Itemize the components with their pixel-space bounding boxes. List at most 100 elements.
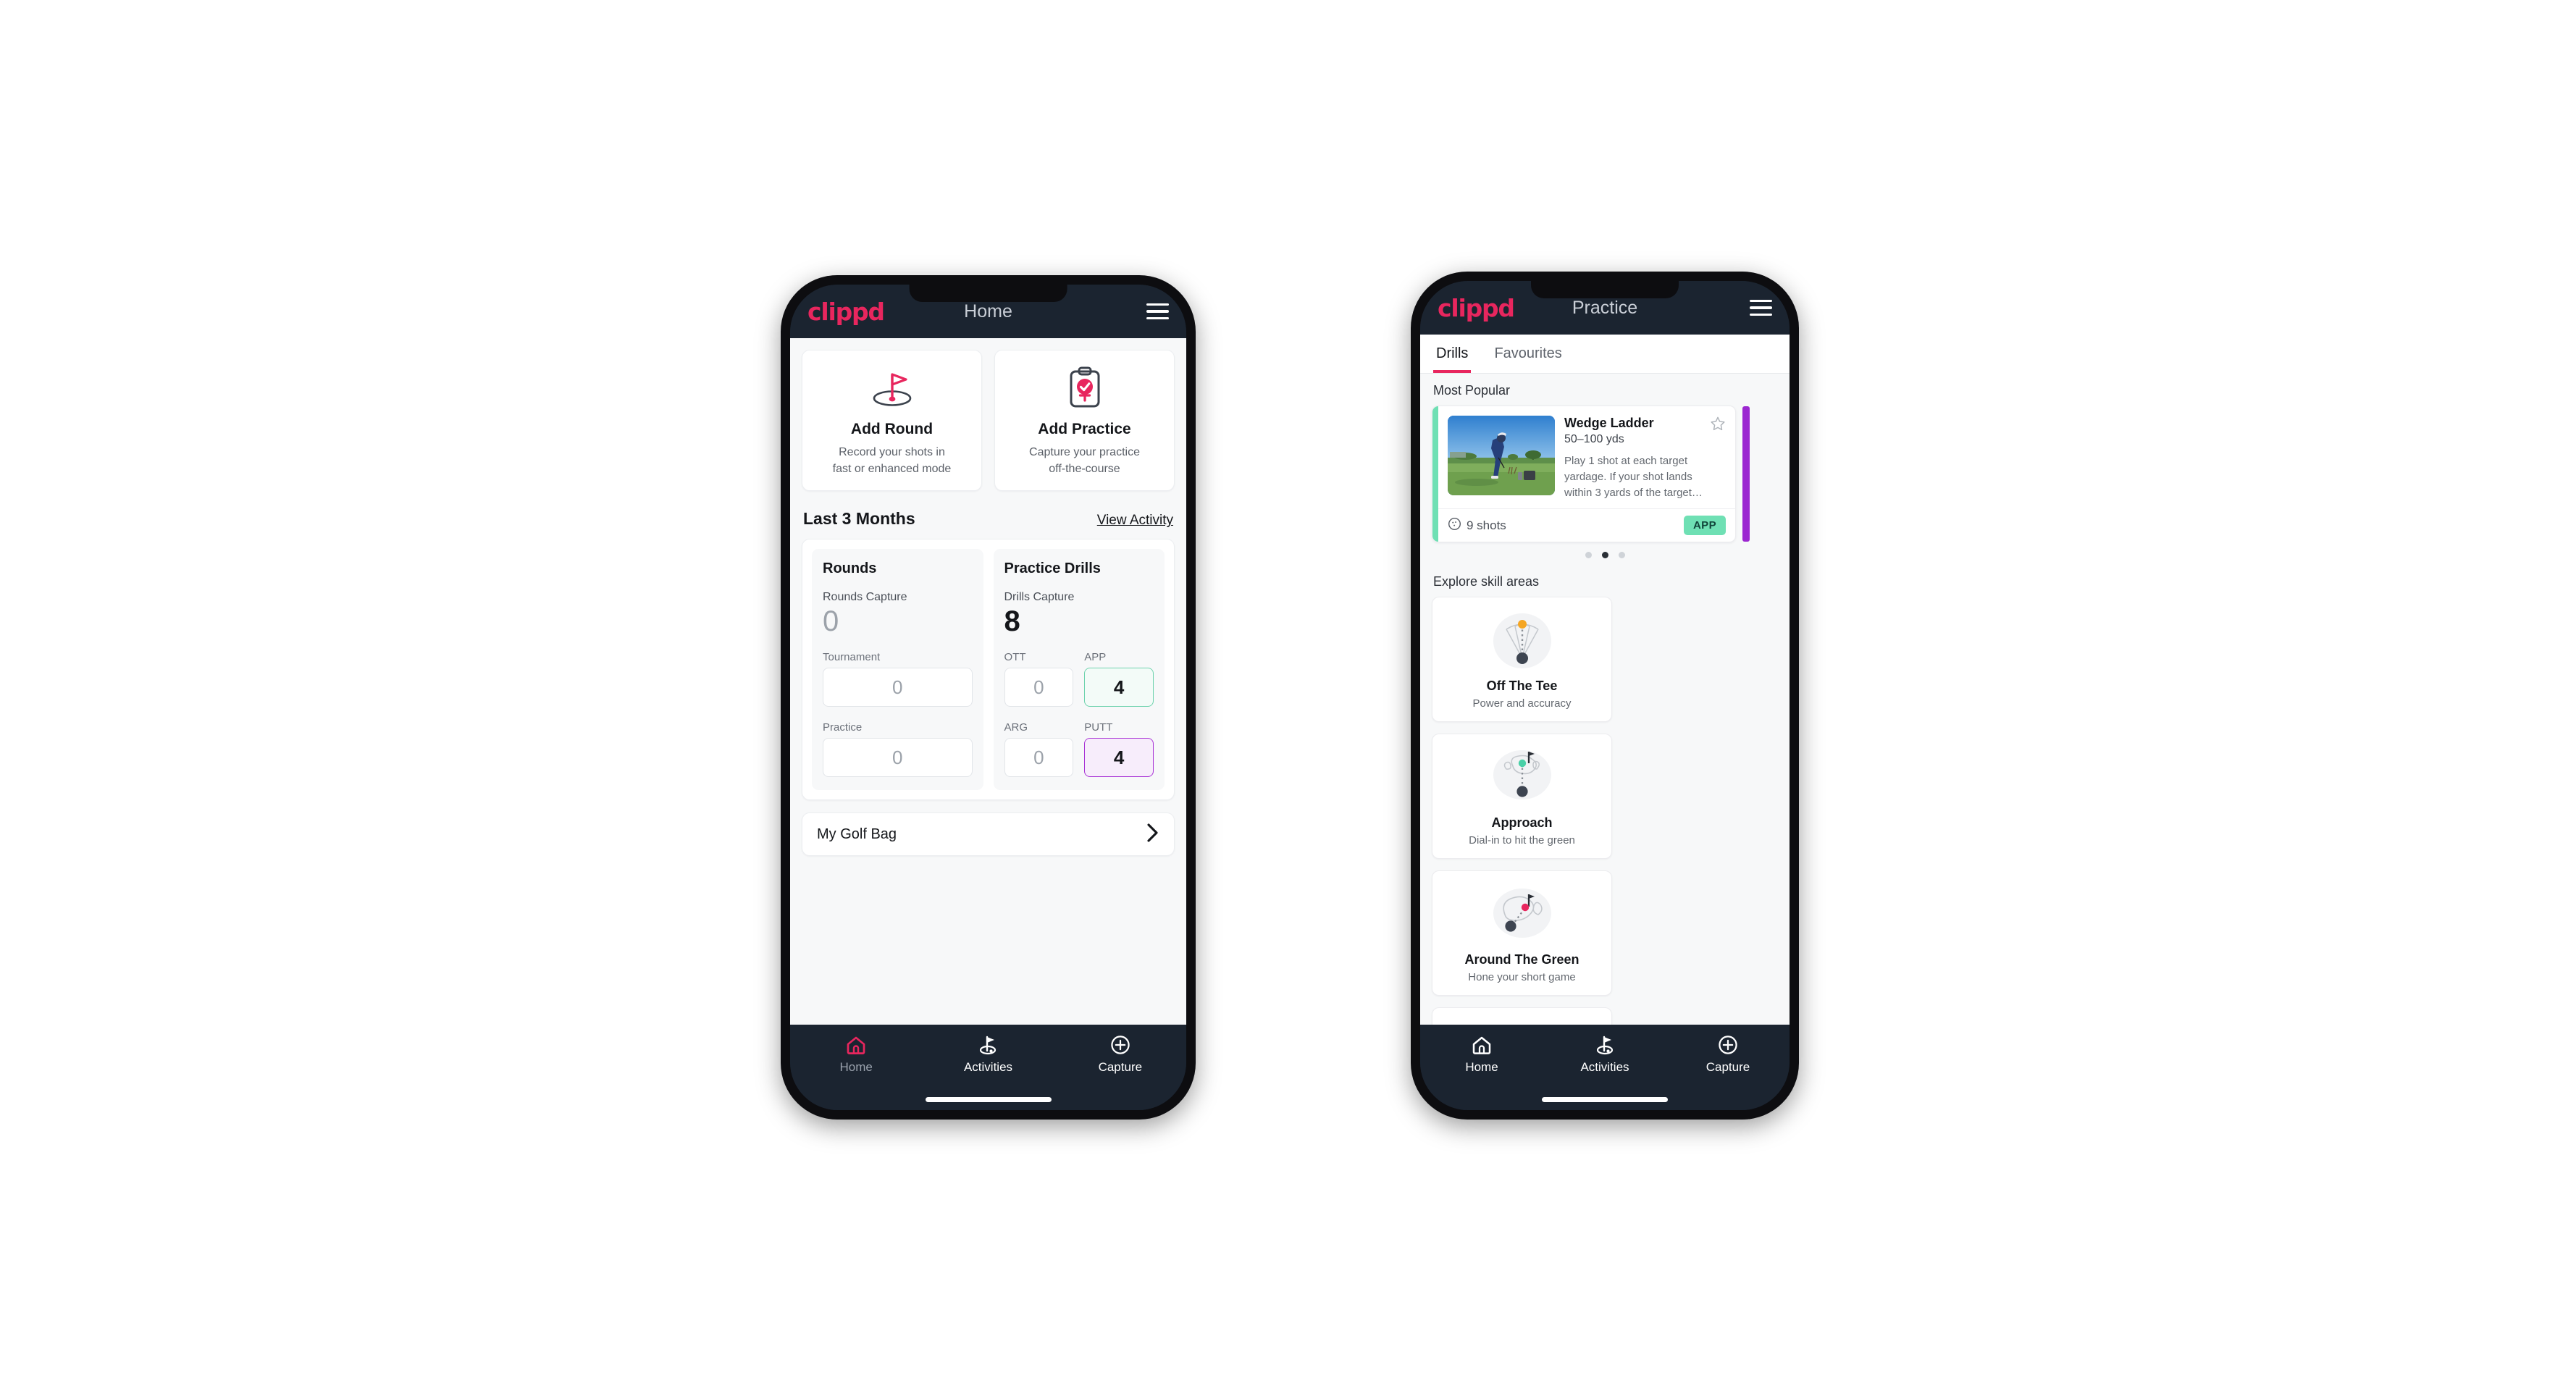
phone-home: clippd Home Add Round Record your shots … — [781, 275, 1196, 1120]
home-bottom-nav: Home Activities Capture — [790, 1025, 1186, 1110]
mockup-stage: clippd Home Add Round Record your shots … — [0, 0, 2576, 1386]
home-screen-body: Add Round Record your shots in fast or e… — [790, 338, 1186, 1025]
tab-favourites[interactable]: Favourites — [1491, 335, 1564, 373]
explore-skill-areas-heading: Explore skill areas — [1433, 574, 1540, 589]
skill-subtitle: Dial-in to hit the green — [1469, 834, 1575, 847]
add-round-subtitle-line1: Record your shots in — [839, 446, 945, 458]
nav-item-activities[interactable]: Activities — [1543, 1035, 1666, 1075]
practice-drills-column: Practice Drills Drills Capture 8 OTT 0 A… — [993, 549, 1165, 791]
carousel-dot[interactable] — [1585, 552, 1592, 559]
practice-bottom-nav: Home Activities Capture — [1420, 1025, 1790, 1110]
skill-card-off-the-tee[interactable]: Off The Tee Power and accuracy — [1432, 597, 1612, 723]
drill-card-next-peek[interactable] — [1742, 406, 1750, 542]
nav-item-capture[interactable]: Capture — [1054, 1035, 1186, 1075]
practice-label: Practice — [823, 721, 863, 734]
practice-value[interactable]: 0 — [823, 738, 973, 778]
nav-label-activities: Activities — [1580, 1060, 1629, 1074]
app-label: APP — [1084, 651, 1107, 664]
tournament-label: Tournament — [823, 651, 881, 664]
nav-label-home: Home — [1465, 1060, 1498, 1074]
nav-label-capture: Capture — [1098, 1060, 1143, 1074]
add-round-subtitle: Record your shots in fast or enhanced mo… — [810, 445, 974, 477]
nav-item-capture[interactable]: Capture — [1666, 1035, 1790, 1075]
home-indicator — [925, 1097, 1052, 1102]
practice-drills-heading: Practice Drills — [1004, 560, 1101, 577]
hamburger-menu-icon[interactable] — [1146, 303, 1169, 319]
drill-yardage: 50–100 yds — [1564, 433, 1624, 445]
app-value[interactable]: 4 — [1084, 668, 1154, 707]
clippd-logo[interactable]: clippd — [1438, 296, 1515, 320]
drill-description: Play 1 shot at each target yardage. If y… — [1564, 455, 1703, 499]
nav-item-home[interactable]: Home — [790, 1035, 922, 1075]
my-golf-bag-row[interactable]: My Golf Bag — [802, 812, 1175, 857]
chevron-right-icon — [1146, 823, 1159, 847]
home-icon — [1472, 1036, 1491, 1054]
star-outline-icon[interactable] — [1710, 416, 1726, 435]
arg-label: ARG — [1004, 721, 1028, 734]
nav-item-activities[interactable]: Activities — [922, 1035, 1054, 1075]
quick-actions-row: Add Round Record your shots in fast or e… — [802, 350, 1175, 492]
clipboard-check-icon — [1002, 366, 1167, 411]
skill-card-putting[interactable]: Putting Make and lag practice — [1432, 1007, 1612, 1025]
skill-title: Off The Tee — [1486, 679, 1558, 694]
view-activity-link[interactable]: View Activity — [1097, 513, 1173, 529]
rounds-column: Rounds Rounds Capture 0 Tournament 0 Pra… — [812, 549, 983, 791]
most-popular-heading: Most Popular — [1433, 383, 1511, 398]
section-title: Last 3 Months — [803, 509, 915, 529]
add-practice-subtitle: Capture your practice off-the-course — [1002, 445, 1167, 477]
add-practice-subtitle-line1: Capture your practice — [1029, 446, 1140, 458]
drill-shots-label: 9 shots — [1467, 518, 1506, 532]
around-green-icon — [1438, 882, 1606, 946]
rounds-capture-value: 0 — [823, 605, 839, 638]
skill-subtitle: Hone your short game — [1468, 971, 1576, 984]
skill-card-around-the-green[interactable]: Around The Green Hone your short game — [1432, 870, 1612, 996]
my-golf-bag-label: My Golf Bag — [817, 826, 897, 842]
add-practice-title: Add Practice — [1038, 421, 1131, 437]
golf-flag-icon — [980, 1036, 997, 1055]
skill-areas-grid: Off The Tee Power and accuracy Approach … — [1432, 597, 1778, 1025]
home-indicator — [1542, 1097, 1668, 1102]
stats-card: Rounds Rounds Capture 0 Tournament 0 Pra… — [802, 539, 1175, 801]
carousel-dots — [1432, 552, 1778, 559]
drill-title: Wedge Ladder — [1564, 416, 1654, 430]
practice-screen-body: Drills Favourites Most Popular Wedge Lad… — [1420, 335, 1790, 1025]
drill-card[interactable]: Wedge Ladder 50–100 yds Play 1 shot at e… — [1432, 406, 1736, 543]
clippd-logo[interactable]: clippd — [807, 300, 885, 324]
carousel-dot[interactable] — [1618, 552, 1625, 559]
tab-drills[interactable]: Drills — [1433, 335, 1472, 373]
golf-flag-icon — [810, 366, 974, 411]
skill-subtitle: Power and accuracy — [1472, 697, 1572, 710]
add-round-title: Add Round — [850, 421, 934, 437]
plus-circle-icon — [1719, 1036, 1737, 1054]
add-practice-card[interactable]: Add Practice Capture your practice off-t… — [994, 350, 1175, 492]
skill-card-approach[interactable]: Approach Dial-in to hit the green — [1432, 734, 1612, 860]
drill-tag-badge: APP — [1683, 516, 1726, 536]
golf-flag-icon — [1596, 1036, 1614, 1055]
drill-shots: 9 shots — [1448, 517, 1506, 534]
home-icon — [847, 1036, 865, 1054]
drill-accent-bar — [1432, 406, 1438, 542]
skill-title: Approach — [1491, 815, 1553, 831]
arg-value[interactable]: 0 — [1004, 738, 1074, 778]
nav-label-activities: Activities — [963, 1060, 1013, 1074]
nav-label-capture: Capture — [1706, 1060, 1750, 1074]
carousel-dot-active[interactable] — [1601, 552, 1608, 559]
tournament-value[interactable]: 0 — [823, 668, 973, 707]
golf-ball-icon — [1448, 517, 1461, 534]
plus-circle-icon — [1111, 1036, 1130, 1054]
drills-carousel[interactable]: Wedge Ladder 50–100 yds Play 1 shot at e… — [1432, 406, 1778, 543]
tee-fan-icon — [1438, 608, 1606, 672]
add-practice-subtitle-line2: off-the-course — [1049, 462, 1120, 475]
last-3-months-header: Last 3 Months View Activity — [803, 509, 1173, 529]
phone-notch — [1531, 281, 1679, 298]
ott-value[interactable]: 0 — [1004, 668, 1074, 707]
drills-capture-value: 8 — [1004, 605, 1020, 638]
rounds-heading: Rounds — [823, 560, 877, 577]
rounds-capture-label: Rounds Capture — [823, 591, 907, 604]
practice-tabs: Drills Favourites — [1420, 335, 1790, 374]
putt-value[interactable]: 4 — [1084, 738, 1154, 778]
skill-title: Around The Green — [1464, 952, 1579, 967]
add-round-card[interactable]: Add Round Record your shots in fast or e… — [802, 350, 982, 492]
nav-item-home[interactable]: Home — [1420, 1035, 1543, 1075]
hamburger-menu-icon[interactable] — [1750, 300, 1772, 316]
